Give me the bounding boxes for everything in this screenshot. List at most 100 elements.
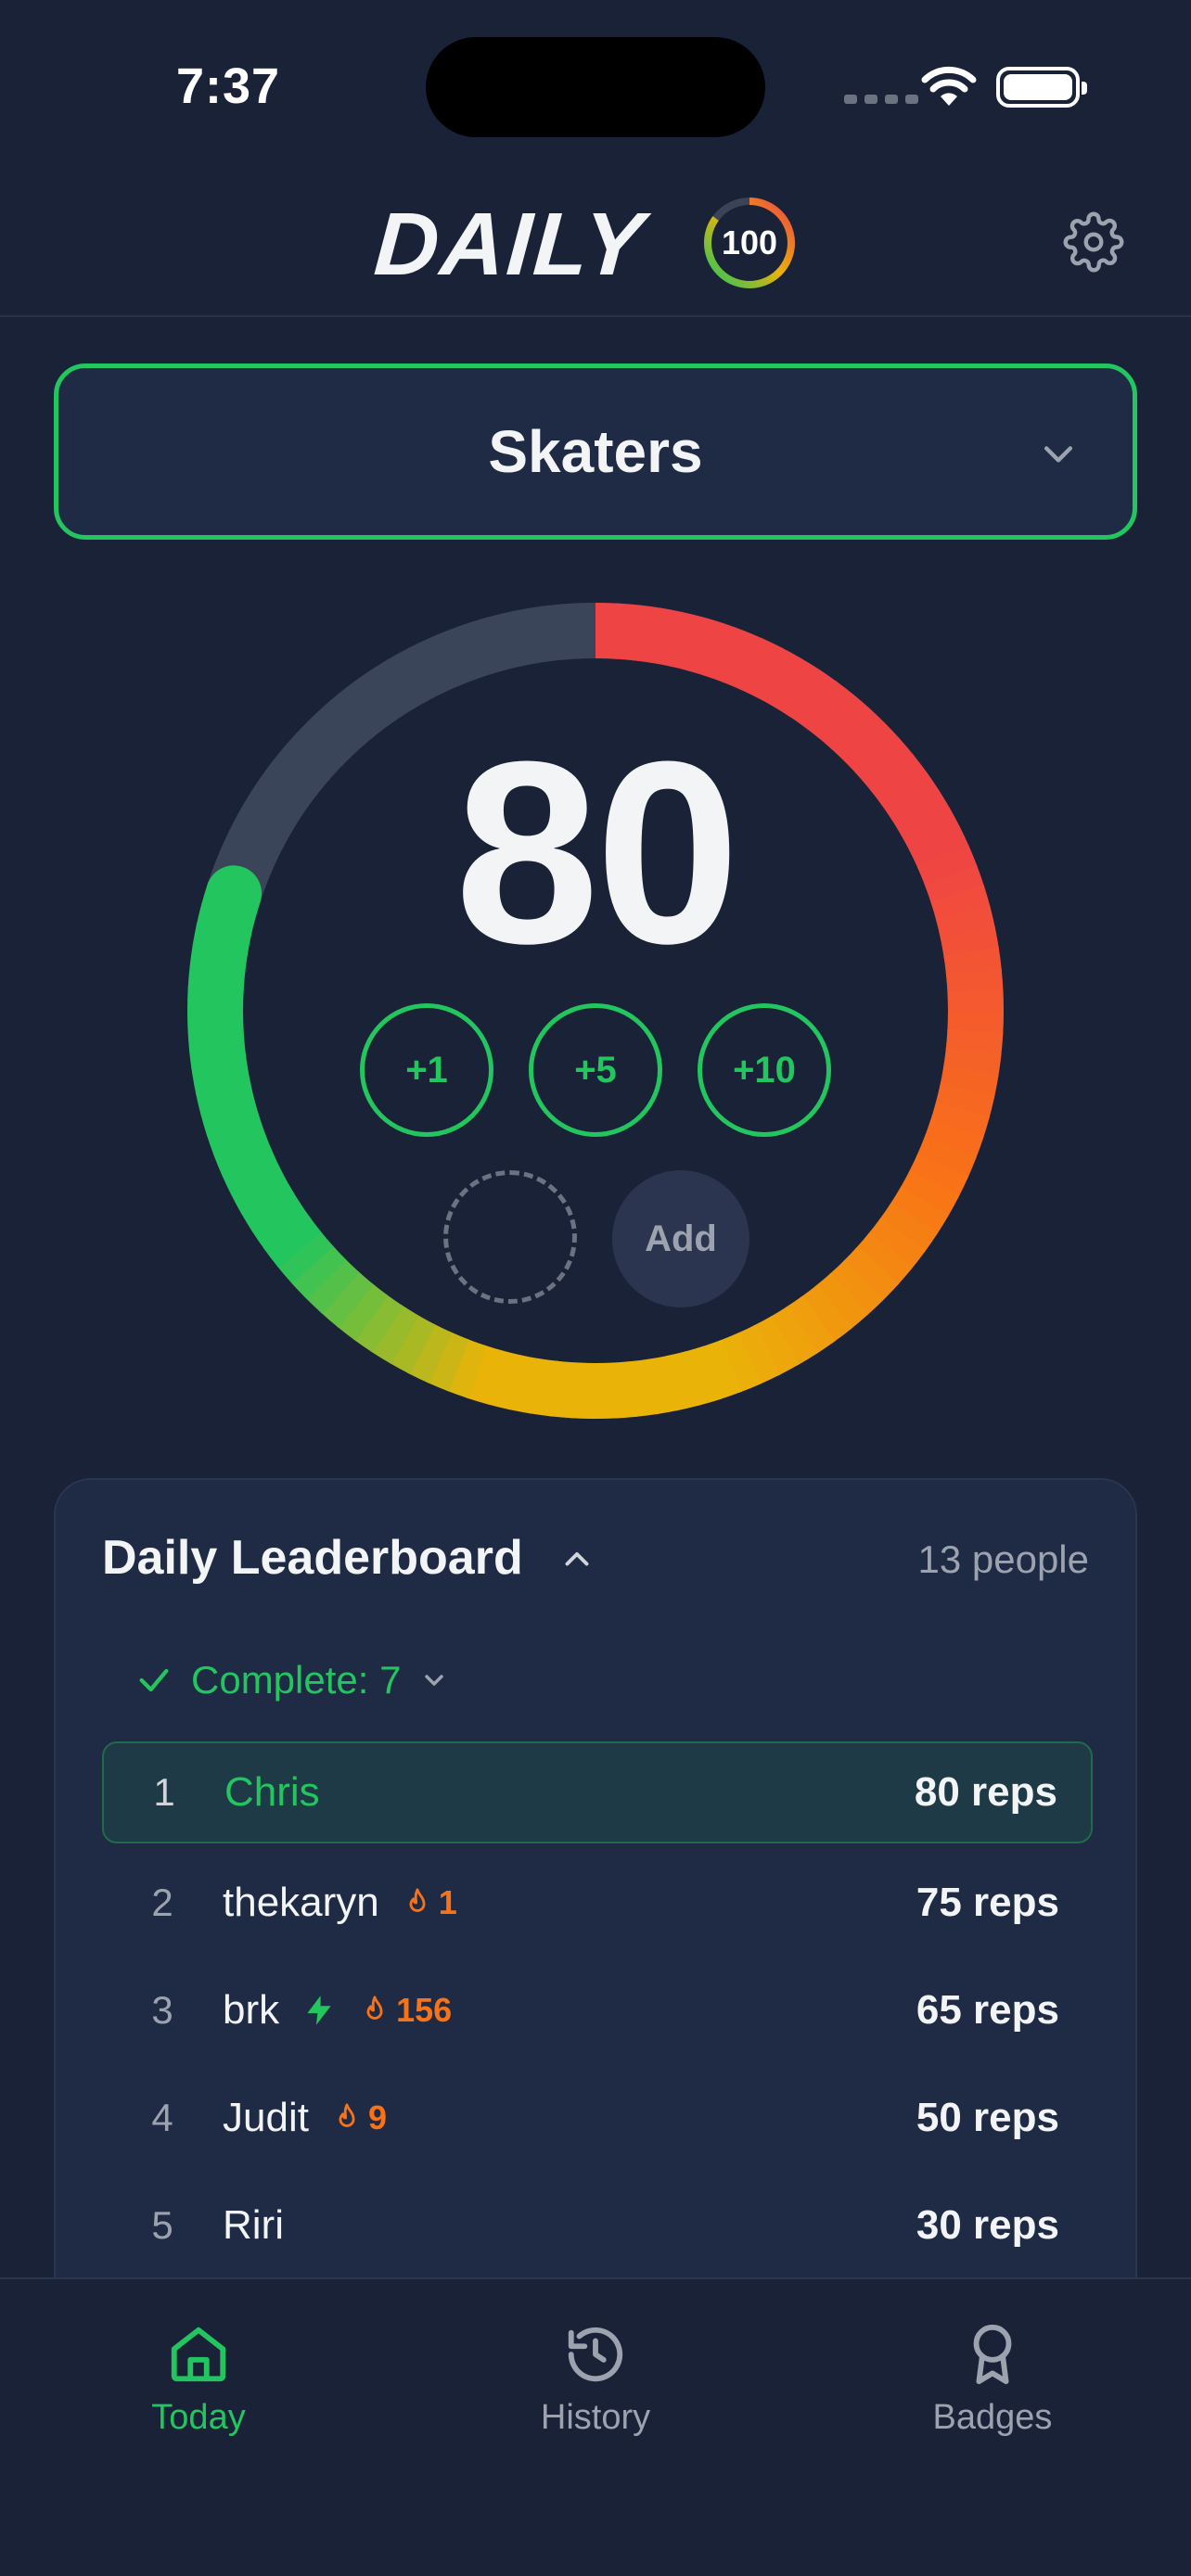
complete-filter-toggle[interactable]: Complete: 7 (135, 1658, 449, 1702)
custom-amount-input[interactable] (443, 1170, 577, 1304)
rep-count: 80 (455, 708, 739, 998)
progress-arc-segment (592, 1362, 618, 1419)
flame-icon (366, 1996, 383, 2020)
progress-arc-segment (195, 1080, 255, 1116)
streak-badge: 156 (359, 1991, 452, 2030)
progress-arc-segment (684, 1345, 722, 1406)
leaderboard-list: 1 Chris 80 reps 2 thekaryn 1 75 reps 3 b… (102, 1741, 1093, 2279)
progress-arc-segment (940, 1065, 999, 1099)
increment-10-button[interactable]: +10 (698, 1003, 831, 1137)
increment-5-button[interactable]: +5 (529, 1003, 662, 1137)
progress-arc-segment (486, 1350, 523, 1410)
progress-arc-segment (665, 1351, 701, 1411)
progress-arc-segment (187, 986, 244, 1012)
row-rank: 1 (153, 1770, 175, 1814)
tab-history[interactable]: History (475, 2322, 716, 2438)
settings-gear-icon[interactable] (1063, 211, 1124, 273)
progress-arc-segment (570, 1362, 596, 1419)
row-reps: 75 reps (916, 1880, 1059, 1925)
status-time: 7:37 (176, 58, 281, 114)
progress-arc-segment (947, 1010, 1004, 1036)
progress-arc-segment (528, 1358, 559, 1417)
progress-arc-segment (251, 1200, 311, 1251)
progress-arc-segment (240, 1184, 301, 1233)
progress-arc-segment (935, 1083, 995, 1120)
progress-arc-segment (632, 605, 663, 664)
progress-arc-segment (200, 1099, 261, 1137)
chevron-up-icon[interactable] (560, 1543, 594, 1576)
progress-arc-segment (336, 1282, 389, 1341)
progress-arc-segment (289, 1243, 347, 1300)
leaderboard-row[interactable]: 3 brk 156 65 reps (102, 1957, 1093, 2064)
progress-arc-segment (942, 1047, 1002, 1078)
progress-arc-segment (814, 1272, 869, 1331)
progress-arc-segment (275, 1230, 334, 1284)
row-rank: 2 (151, 1881, 173, 1924)
progress-arc-segment (855, 1231, 913, 1286)
progress-arc-segment (721, 630, 765, 691)
progress-arc-segment (701, 1339, 742, 1400)
group-name: Skaters (488, 418, 703, 485)
leaderboard-row[interactable]: 4 Judit 9 50 reps (102, 2064, 1093, 2172)
tab-today[interactable]: Today (78, 2322, 319, 2438)
progress-arc-segment (769, 1306, 818, 1366)
tab-badges[interactable]: Badges (872, 2322, 1113, 2438)
wifi-icon (921, 66, 977, 106)
progress-arc-segment (899, 1170, 960, 1218)
progress-arc-segment (320, 1270, 375, 1328)
progress-arc-segment (610, 1360, 638, 1419)
row-name: Chris (224, 1769, 320, 1815)
progress-arc-segment (923, 1119, 984, 1160)
app-header: DAILY 100 (0, 176, 1191, 317)
progress-arc-segment (629, 1358, 660, 1417)
streak-count: 1 (438, 1883, 457, 1921)
row-rank: 4 (151, 2096, 173, 2139)
row-name: Judit (223, 2095, 309, 2140)
progress-arc-segment (787, 668, 839, 728)
group-selector-dropdown[interactable]: Skaters (54, 363, 1137, 540)
tab-label: Badges (932, 2398, 1053, 2437)
complete-label: Complete: 7 (191, 1658, 402, 1702)
check-icon (139, 1668, 169, 1692)
progress-arc-segment (867, 1218, 926, 1270)
progress-arc-segment (647, 1355, 681, 1415)
badge-icon (973, 2324, 1012, 2385)
progress-arc-segment (947, 988, 1004, 1014)
progress-arc-segment (929, 1102, 991, 1141)
leaderboard-title: Daily Leaderboard (102, 1531, 523, 1585)
row-name: thekaryn (223, 1880, 379, 1925)
row-reps: 80 reps (914, 1769, 1057, 1815)
leaderboard-row[interactable]: 5 Riri 30 reps (102, 2172, 1093, 2279)
progress-arc-segment (785, 1295, 836, 1355)
progress-arc-segment (189, 1044, 248, 1075)
progress-arc-segment (549, 1360, 578, 1419)
progress-arc-segment (878, 1202, 939, 1254)
row-name: brk (223, 1987, 280, 2033)
progress-arc-segment (304, 1257, 360, 1314)
row-rank: 3 (151, 1988, 173, 2032)
progress-arc-segment (916, 1136, 977, 1180)
progress-arc-segment (206, 1116, 267, 1157)
add-button[interactable]: Add (612, 1170, 749, 1307)
leaderboard-row[interactable]: 1 Chris 80 reps (102, 1741, 1093, 1843)
progress-arc-segment (828, 1259, 885, 1317)
increment-1-button[interactable]: +1 (360, 1003, 493, 1137)
progress-arc-segment (212, 1134, 274, 1177)
progress-arc-segment (802, 681, 855, 739)
progress-arc-segment (752, 1315, 800, 1376)
flame-icon (339, 2103, 355, 2127)
flame-icon (409, 1888, 426, 1912)
leaderboard-row[interactable]: 2 thekaryn 1 75 reps (102, 1849, 1093, 1957)
dynamic-island (426, 37, 765, 137)
progress-arc-segment (613, 603, 642, 661)
streak-badge: 9 (331, 2098, 387, 2137)
progress-arc-segment (908, 1154, 968, 1199)
tab-label: History (540, 2398, 651, 2437)
progress-arc-segment (221, 1151, 282, 1196)
streak-badge: 1 (402, 1883, 457, 1922)
progress-arc-segment (407, 1323, 453, 1384)
progress-arc-segment (738, 638, 784, 698)
progress-arc-segment (842, 1246, 899, 1302)
streak-count: 9 (367, 2098, 387, 2136)
row-name: Riri (223, 2202, 284, 2248)
